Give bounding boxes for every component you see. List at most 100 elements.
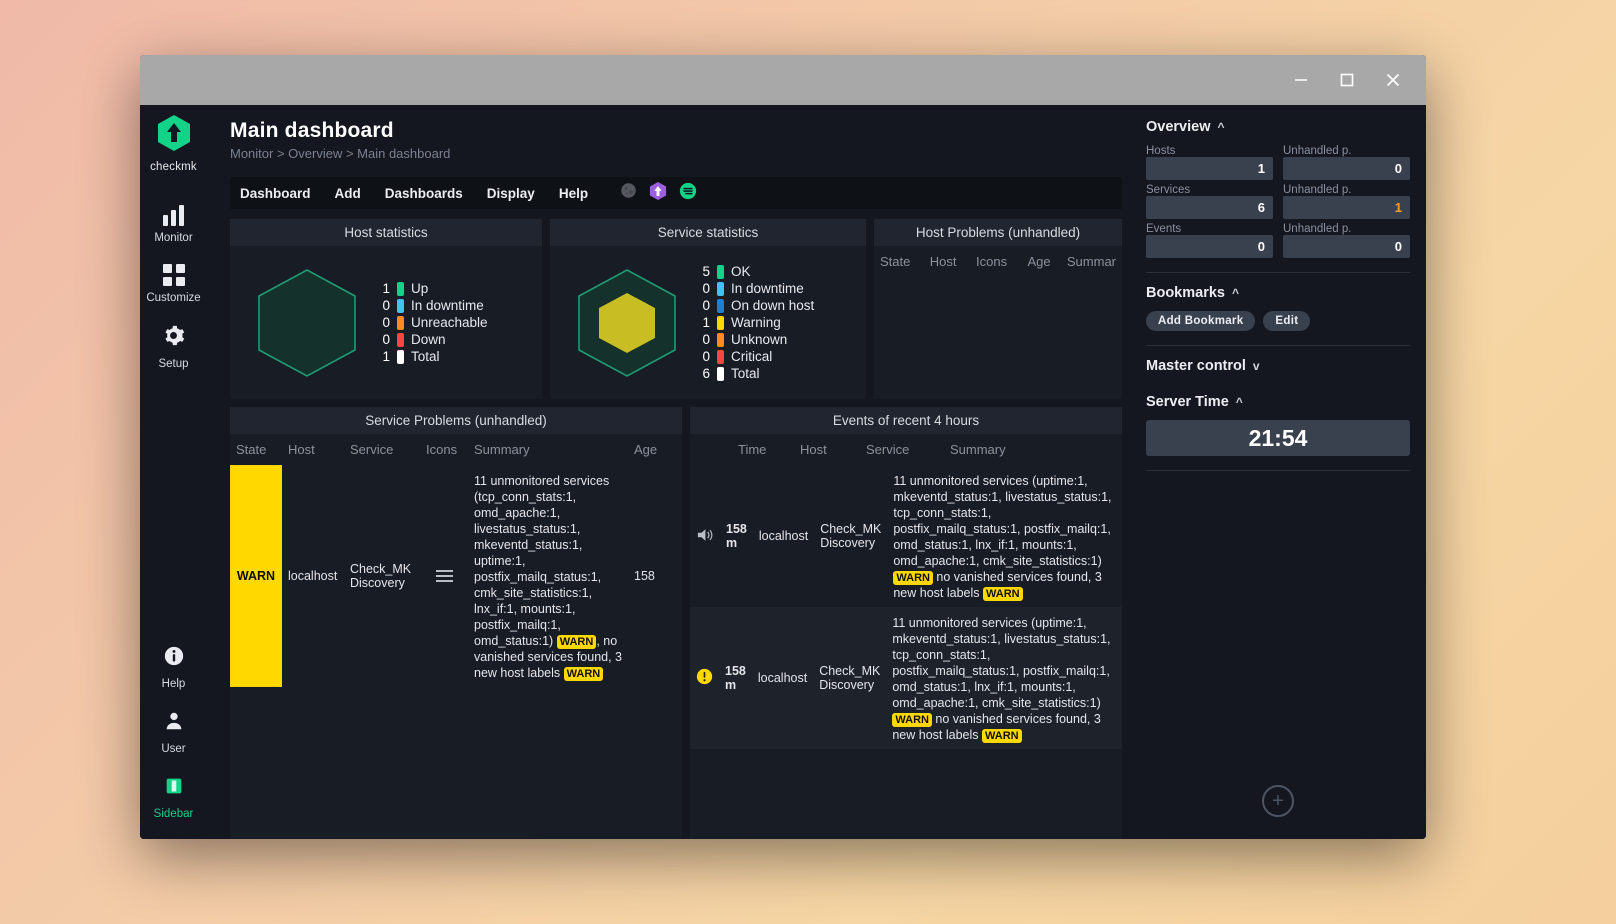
stat-label[interactable]: OK [731, 264, 751, 279]
column-header-summary[interactable]: Summary [468, 442, 628, 457]
service-statistics-list: 5 OK 0 In downtime 0 On down host 1 Warning … [692, 264, 854, 381]
warn-badge: WARN [982, 587, 1023, 601]
maximize-button[interactable] [1324, 63, 1370, 97]
stat-label[interactable]: Total [731, 366, 760, 381]
table-row[interactable]: 158 m localhost Check_MK Discovery 11 un… [690, 607, 1122, 749]
column-header-time[interactable]: Time [732, 442, 794, 457]
burger-circle-icon[interactable] [679, 182, 697, 205]
bar-chart-icon [163, 205, 184, 226]
menu-help[interactable]: Help [559, 186, 588, 201]
moon-icon[interactable] [620, 182, 637, 204]
host-problems-body: State Host Icons Age Summar [874, 246, 1122, 399]
overview-value[interactable]: 0 [1146, 235, 1273, 258]
add-bookmark-button[interactable]: Add Bookmark [1146, 311, 1256, 331]
sidebar-item-user[interactable]: User [140, 699, 208, 764]
menu-dashboard[interactable]: Dashboard [240, 186, 311, 201]
table-row[interactable]: WARN localhost Check_MK Discovery 11 unm… [230, 465, 682, 687]
summary-text: 11 unmonitored services (uptime:1, mkeve… [893, 473, 1116, 601]
cell-host[interactable]: localhost [753, 465, 814, 607]
sidebar-item-label: Customize [146, 292, 201, 304]
right-sidebar: Overview ^ Hosts 1 Unhandled p. 0 Servic… [1130, 105, 1426, 839]
stat-label[interactable]: Unreachable [411, 315, 488, 330]
cell-age[interactable]: 158 [628, 465, 661, 687]
overview-value[interactable]: 0 [1283, 157, 1410, 180]
cell-service[interactable]: Check_MK Discovery [814, 465, 887, 607]
stat-label[interactable]: Critical [731, 349, 772, 364]
stat-label[interactable]: Up [411, 281, 428, 296]
chevron-up-icon[interactable]: ^ [1218, 120, 1225, 134]
menu-add[interactable]: Add [335, 186, 361, 201]
snapin-header-server-time[interactable]: Server Time ^ [1146, 394, 1410, 410]
checkmk-logo[interactable]: checkmk [150, 113, 197, 173]
overview-value[interactable]: 1 [1146, 157, 1273, 180]
minimize-button[interactable] [1278, 63, 1324, 97]
chevron-up-icon[interactable]: ^ [1232, 286, 1239, 300]
menu-display[interactable]: Display [487, 186, 535, 201]
snapin-header-overview[interactable]: Overview ^ [1146, 119, 1410, 135]
menu-dashboards[interactable]: Dashboards [385, 186, 463, 201]
column-header-host[interactable]: Host [794, 442, 860, 457]
column-header-service[interactable]: Service [860, 442, 944, 457]
stat-label[interactable]: Down [411, 332, 446, 347]
column-header-summary[interactable]: Summary [944, 442, 1012, 457]
cell-summary[interactable]: 11 unmonitored services (uptime:1, mkeve… [887, 465, 1122, 607]
cell-time[interactable]: 158 m [719, 607, 752, 749]
close-button[interactable] [1370, 63, 1416, 97]
host-statistics-body: 1 Up 0 In downtime 0 Unreachable 0 Down 1 Tot… [230, 246, 542, 399]
overview-value[interactable]: 1 [1283, 196, 1410, 219]
column-header-host[interactable]: Host [282, 442, 344, 457]
cell-host[interactable]: localhost [752, 607, 813, 749]
cell-icon[interactable] [690, 465, 720, 607]
sidebar-item-sidebar-toggle[interactable]: Sidebar [140, 764, 208, 829]
stat-label[interactable]: In downtime [411, 298, 484, 313]
stat-label[interactable]: Total [411, 349, 440, 364]
gear-icon [162, 324, 185, 352]
cell-host[interactable]: localhost [282, 465, 344, 687]
hamburger-icon[interactable] [435, 570, 453, 582]
table-row[interactable]: 158 m localhost Check_MK Discovery 11 un… [690, 465, 1122, 607]
stat-label[interactable]: On down host [731, 298, 814, 313]
column-header-icons[interactable]: Icons [420, 442, 468, 457]
status-badge[interactable]: WARN [230, 465, 282, 687]
stat-label[interactable]: Warning [731, 315, 781, 330]
sidebar-item-monitor[interactable]: Monitor [140, 195, 208, 253]
stat-row: 0 On down host [698, 298, 854, 313]
stat-count: 0 [382, 332, 390, 347]
cell-icon[interactable] [690, 607, 719, 749]
snapin-header-master-control[interactable]: Master control v [1146, 358, 1410, 374]
sidebar-item-customize[interactable]: Customize [140, 253, 208, 313]
column-header-age[interactable]: Age [628, 442, 663, 457]
column-header-state[interactable]: State [230, 442, 282, 457]
chevron-up-icon[interactable]: ^ [1236, 395, 1243, 409]
divider [1146, 470, 1410, 471]
cell-time[interactable]: 158 m [720, 465, 753, 607]
add-snapin-button[interactable]: + [1262, 785, 1294, 817]
stat-label[interactable]: In downtime [731, 281, 804, 296]
overview-value[interactable]: 0 [1283, 235, 1410, 258]
edit-bookmarks-button[interactable]: Edit [1263, 311, 1311, 331]
chevron-down-icon[interactable]: v [1253, 359, 1260, 373]
overview-value[interactable]: 6 [1146, 196, 1273, 219]
speaker-icon[interactable] [696, 527, 714, 546]
snapin-title: Overview [1146, 119, 1211, 135]
column-header-summary[interactable]: Summar [1061, 254, 1122, 269]
column-header-age[interactable]: Age [1021, 254, 1060, 269]
column-header-host[interactable]: Host [924, 254, 970, 269]
warning-circle-icon[interactable] [696, 668, 713, 688]
stat-count: 5 [702, 264, 710, 279]
cell-service[interactable]: Check_MK Discovery [344, 465, 420, 687]
sidebar-item-setup[interactable]: Setup [140, 313, 208, 379]
cell-icons[interactable] [420, 465, 468, 687]
stat-count: 0 [702, 349, 710, 364]
column-header-icons[interactable]: Icons [970, 254, 1021, 269]
sidebar-item-help[interactable]: Help [140, 634, 208, 699]
column-header-service[interactable]: Service [344, 442, 420, 457]
cell-summary[interactable]: 11 unmonitored services (uptime:1, mkeve… [886, 607, 1122, 749]
column-header-state[interactable]: State [874, 254, 924, 269]
snapin-header-bookmarks[interactable]: Bookmarks ^ [1146, 285, 1410, 301]
checkmk-hexagon-icon[interactable] [649, 181, 667, 206]
cell-service[interactable]: Check_MK Discovery [813, 607, 886, 749]
cell-summary[interactable]: 11 unmonitored services (tcp_conn_stats:… [468, 465, 628, 687]
overview-cell-services-unhandled: Unhandled p. 1 [1283, 184, 1410, 219]
stat-label[interactable]: Unknown [731, 332, 787, 347]
